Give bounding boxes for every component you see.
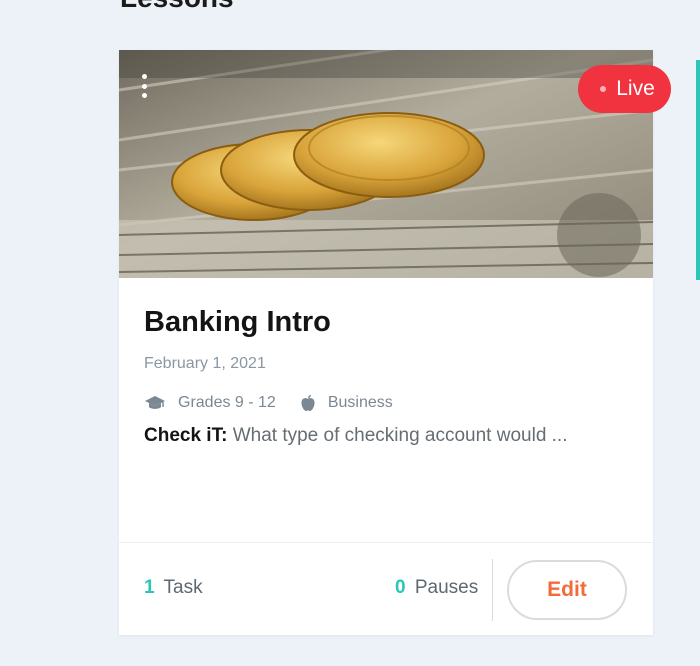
task-count: 1 Task: [144, 577, 203, 599]
apple-icon: [300, 394, 316, 412]
lesson-title[interactable]: Banking Intro: [144, 306, 331, 339]
lesson-card[interactable]: Live Banking Intro February 1, 2021 Grad…: [119, 50, 671, 636]
description-label: Check iT:: [144, 425, 228, 446]
edit-button[interactable]: Edit: [507, 560, 627, 620]
footer-divider: [492, 559, 493, 621]
section-title: Lessons: [120, 0, 234, 14]
lesson-description: Check iT: What type of checking account …: [144, 425, 634, 447]
task-count-label: Task: [163, 577, 203, 598]
task-count-value: 1: [144, 577, 155, 598]
pause-count-label: Pauses: [414, 577, 479, 598]
subject-label: Business: [327, 394, 393, 411]
live-status-label: Live: [616, 77, 655, 100]
lesson-cover-image: [119, 50, 653, 278]
lesson-meta: Grades 9 - 12 Business: [144, 394, 393, 412]
adjacent-card-edge: [696, 60, 700, 280]
live-status-badge: Live: [578, 65, 671, 113]
live-dot-icon: [600, 86, 607, 92]
graduation-cap-icon: [144, 395, 166, 411]
pause-count: 0 Pauses: [395, 577, 478, 599]
pause-count-value: 0: [395, 577, 406, 598]
lesson-date: February 1, 2021: [144, 355, 266, 372]
more-options-icon[interactable]: [137, 72, 151, 100]
grades-label: Grades 9 - 12: [178, 394, 276, 411]
card-footer: 1 Task 0 Pauses Edit: [119, 542, 653, 636]
description-text: What type of checking account would ...: [232, 425, 568, 446]
